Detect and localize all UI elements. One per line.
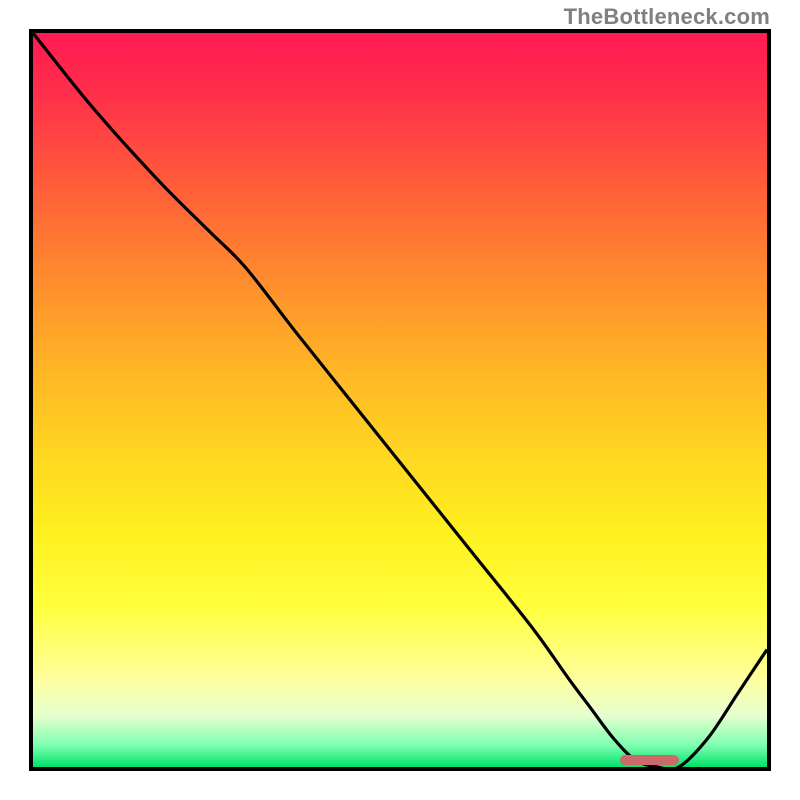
bottleneck-curve-path [33, 33, 767, 767]
bottleneck-chart-figure: TheBottleneck.com [0, 0, 800, 800]
optimum-marker [620, 755, 679, 765]
plot-area [29, 29, 771, 771]
watermark-label: TheBottleneck.com [564, 4, 770, 30]
curve-layer [33, 33, 767, 767]
